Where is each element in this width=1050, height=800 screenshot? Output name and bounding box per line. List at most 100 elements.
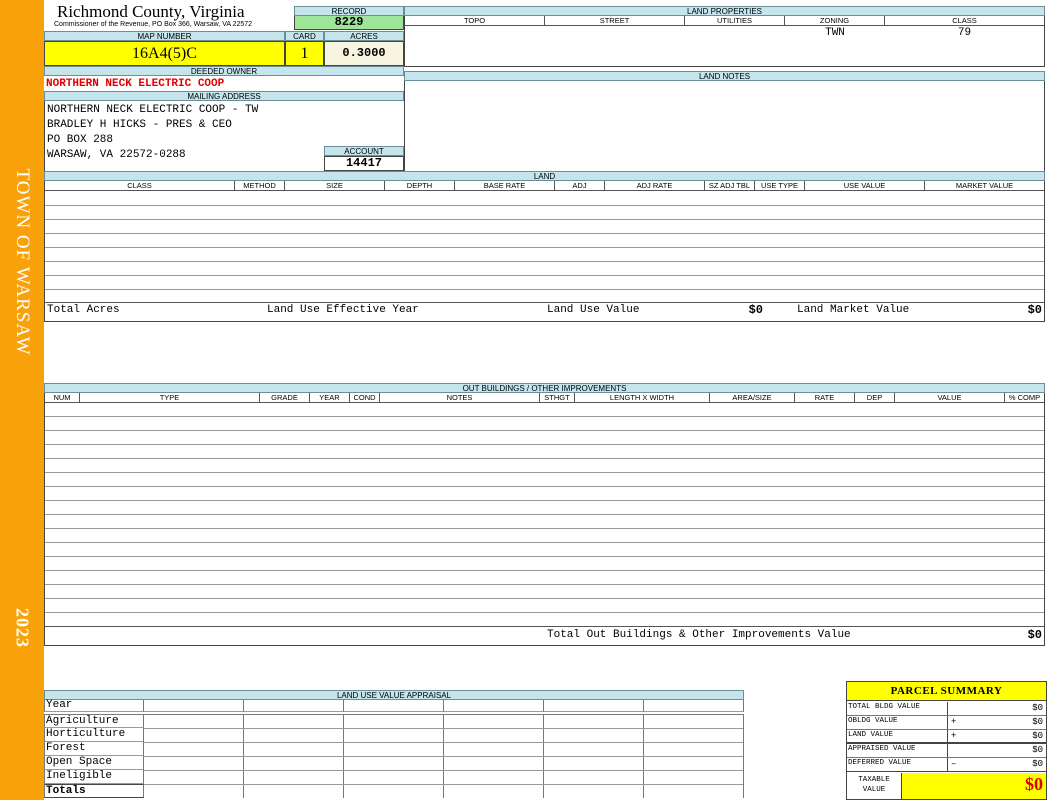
ob-row-line bbox=[45, 416, 1044, 417]
ob-row-line bbox=[45, 430, 1044, 431]
commissioner-address: Commissioner of the Revenue, PO Box 366,… bbox=[54, 21, 253, 28]
land-row-line bbox=[45, 233, 1044, 234]
land-col-size: SIZE bbox=[285, 181, 385, 191]
ob-row-line bbox=[45, 528, 1044, 529]
address-line: NORTHERN NECK ELECTRIC COOP - TW bbox=[47, 104, 259, 116]
account-value: 14417 bbox=[324, 156, 404, 171]
ob-row-line bbox=[45, 556, 1044, 557]
land-summary-line bbox=[45, 302, 1044, 303]
taxable-value: $0 bbox=[1025, 774, 1043, 794]
address-line: WARSAW, VA 22572-0288 bbox=[47, 149, 186, 161]
summary-row: DEFERRED VALUE – $0 bbox=[847, 758, 1046, 772]
summary-row: OBLDG VALUE + $0 bbox=[847, 716, 1046, 730]
summary-divider bbox=[947, 758, 948, 771]
taxable-value-label: TAXABLE VALUE bbox=[847, 773, 902, 799]
mailing-address-lines: NORTHERN NECK ELECTRIC COOP - TW BRADLEY… bbox=[47, 103, 258, 163]
summary-value: $0 bbox=[1032, 731, 1043, 741]
appraisal-row-ineligible: Ineligible bbox=[46, 770, 113, 782]
mailing-address-label: MAILING ADDRESS bbox=[44, 91, 404, 101]
land-col-adj-rate: ADJ RATE bbox=[605, 181, 705, 191]
land-market-value-label: Land Market Value bbox=[797, 304, 910, 316]
land-col-sz-adj-tbl: SZ ADJ TBL bbox=[705, 181, 755, 191]
ob-row-line bbox=[45, 612, 1044, 613]
ob-col-length-width: LENGTH X WIDTH bbox=[575, 393, 710, 403]
land-use-appraisal-table: Year Agriculture Horticulture Forest Ope… bbox=[44, 699, 744, 800]
deeded-owner-label: DEEDED OWNER bbox=[44, 66, 404, 76]
ob-total-label: Total Out Buildings & Other Improvements… bbox=[547, 629, 851, 641]
ob-row-line bbox=[45, 472, 1044, 473]
ob-row-line bbox=[45, 514, 1044, 515]
land-title: LAND bbox=[44, 171, 1045, 181]
land-row-line bbox=[45, 275, 1044, 276]
ob-row-line bbox=[45, 458, 1044, 459]
summary-value: $0 bbox=[1032, 703, 1043, 713]
land-properties-col-utilities: UTILITIES bbox=[685, 16, 785, 26]
land-properties-col-class: CLASS bbox=[952, 16, 977, 25]
ob-row-line bbox=[45, 570, 1044, 571]
summary-row: TOTAL BLDG VALUE $0 bbox=[847, 702, 1046, 716]
land-use-appraisal-title: LAND USE VALUE APPRAISAL bbox=[44, 690, 744, 700]
parcel-summary-title: PARCEL SUMMARY bbox=[847, 682, 1046, 701]
summary-label: OBLDG VALUE bbox=[848, 717, 898, 725]
ob-col-year: YEAR bbox=[310, 393, 350, 403]
zoning-value: TWN bbox=[825, 27, 845, 39]
land-row-line bbox=[45, 205, 1044, 206]
land-properties-table: TOPO STREET UTILITIES ZONING CLASS TWN 7… bbox=[404, 16, 1045, 67]
map-number-value: 16A4(5)C bbox=[44, 41, 285, 66]
ob-col-rate: RATE bbox=[795, 393, 855, 403]
land-row-line bbox=[45, 289, 1044, 290]
ob-row-line bbox=[45, 598, 1044, 599]
address-line: BRADLEY H HICKS - PRES & CEO bbox=[47, 119, 232, 131]
land-row-line bbox=[45, 261, 1044, 262]
ob-total-value: $0 bbox=[1027, 628, 1042, 642]
land-market-value: $0 bbox=[1027, 303, 1042, 317]
appraisal-row-year: Year bbox=[46, 699, 73, 711]
appraisal-row-forest: Forest bbox=[46, 742, 86, 754]
land-properties-title: LAND PROPERTIES bbox=[404, 6, 1045, 16]
ob-col-notes: NOTES bbox=[380, 393, 540, 403]
summary-label: APPRAISED VALUE bbox=[848, 745, 916, 753]
county-title: Richmond County, Virginia bbox=[57, 2, 245, 21]
appraisal-row-label-cell: Horticulture bbox=[44, 728, 144, 742]
ob-row-line bbox=[45, 584, 1044, 585]
class-value: 79 bbox=[957, 27, 972, 39]
land-col-class: CLASS bbox=[45, 181, 235, 191]
ob-col-pct-comp: % COMP bbox=[1008, 393, 1041, 402]
ob-col-sthgt: STHGT bbox=[540, 393, 575, 403]
deeded-owner-value: NORTHERN NECK ELECTRIC COOP bbox=[46, 78, 225, 90]
summary-value: $0 bbox=[1032, 745, 1043, 755]
appraisal-cell bbox=[644, 700, 744, 712]
appraisal-cell bbox=[444, 700, 544, 712]
land-table: CLASS METHOD SIZE DEPTH BASE RATE ADJ AD… bbox=[44, 181, 1045, 322]
appraisal-cell bbox=[244, 700, 344, 712]
land-row-line bbox=[45, 219, 1044, 220]
land-properties-col-zoning: ZONING bbox=[785, 16, 885, 26]
land-col-method: METHOD bbox=[235, 181, 285, 191]
sidebar-year-label: 2023 bbox=[12, 608, 33, 648]
summary-divider bbox=[947, 702, 948, 715]
sidebar-band: TOWN OF WARSAW 2023 bbox=[0, 0, 44, 800]
summary-op: – bbox=[951, 759, 957, 769]
address-line: PO BOX 288 bbox=[47, 134, 114, 146]
acres-value: 0.3000 bbox=[324, 41, 404, 66]
ob-row-line bbox=[45, 444, 1044, 445]
card-label: CARD bbox=[285, 31, 324, 41]
appraisal-row-label-cell: Agriculture bbox=[44, 714, 144, 728]
land-col-use-value: USE VALUE bbox=[805, 181, 925, 191]
appraisal-row-horticulture: Horticulture bbox=[46, 728, 126, 740]
appraisal-row-label-cell: Ineligible bbox=[44, 770, 144, 784]
appraisal-row-label-cell: Year bbox=[44, 699, 144, 712]
summary-row: APPRAISED VALUE $0 bbox=[847, 744, 1046, 758]
appraisal-row-open-space: Open Space bbox=[46, 756, 113, 768]
summary-op: + bbox=[951, 731, 957, 741]
land-notes-title: LAND NOTES bbox=[404, 71, 1045, 81]
land-use-value: $0 bbox=[748, 303, 763, 317]
land-col-use-type: USE TYPE bbox=[755, 181, 805, 191]
summary-divider bbox=[947, 716, 948, 729]
ob-col-area-size: AREA/SIZE bbox=[710, 393, 795, 403]
land-col-market-value: MARKET VALUE bbox=[955, 181, 1014, 190]
land-properties-col-topo: TOPO bbox=[405, 16, 545, 26]
appraisal-row-label-cell: Forest bbox=[44, 742, 144, 756]
summary-label: DEFERRED VALUE bbox=[848, 759, 912, 767]
land-notes-area bbox=[404, 81, 1045, 171]
